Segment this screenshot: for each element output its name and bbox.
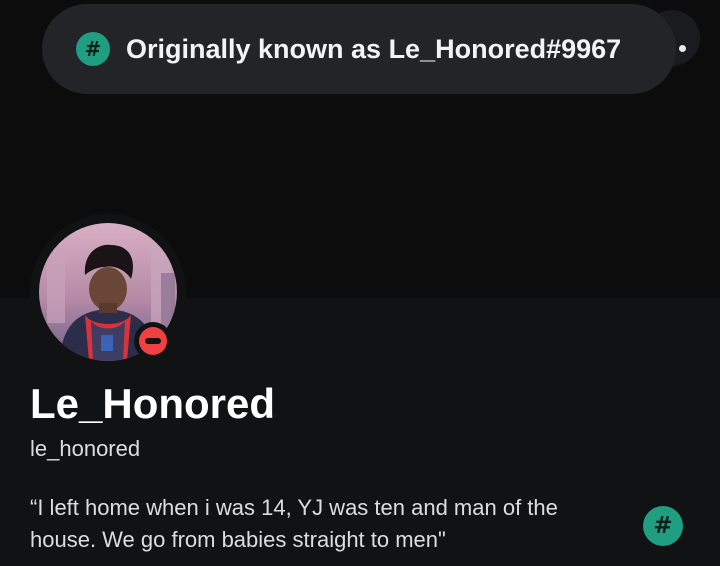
display-name: Le_Honored (30, 380, 276, 427)
hashtag-icon: # (76, 32, 110, 66)
tooltip-text: Originally known as Le_Honored#9967 (126, 33, 622, 64)
username: le_honored (30, 436, 141, 461)
hashtag-icon[interactable]: # (643, 506, 683, 546)
original-username-tooltip: # Originally known as Le_Honored#9967 (42, 4, 676, 94)
bio-text: “I left home when i was 14, YJ was ten a… (30, 495, 558, 552)
dnd-status-icon (134, 322, 172, 360)
dot-icon (679, 45, 686, 52)
